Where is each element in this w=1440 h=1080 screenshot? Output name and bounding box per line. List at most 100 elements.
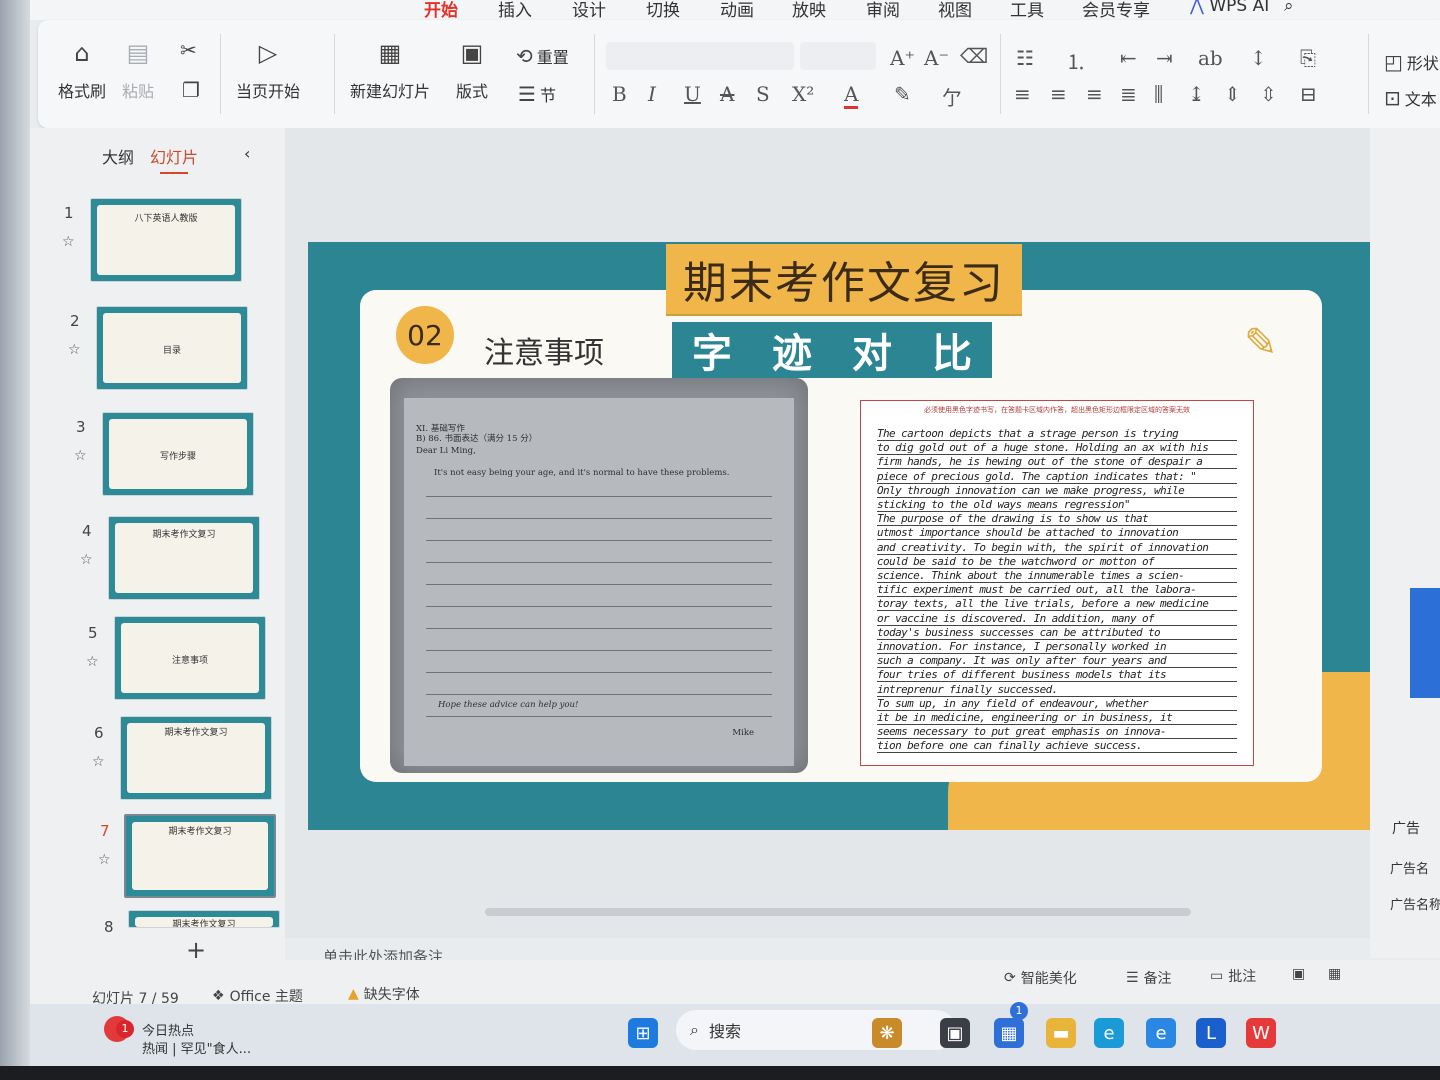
underline-icon[interactable]: U — [684, 82, 701, 106]
align-right-icon[interactable]: ≡ — [1086, 82, 1103, 106]
ad-label[interactable]: 广告 — [1392, 818, 1420, 838]
tab-outline[interactable]: 大纲 — [102, 144, 134, 168]
sort-icon[interactable]: ↕ — [1250, 46, 1267, 70]
convert-icon[interactable]: ⎘ — [1300, 46, 1316, 70]
font-color-icon[interactable]: A — [844, 82, 859, 109]
star-icon[interactable]: ☆ — [92, 754, 105, 770]
slide-thumbnail-8[interactable]: 期末考作文复习 — [128, 910, 280, 928]
section-button[interactable]: ☰ 节 — [518, 82, 556, 106]
distribute-icon[interactable]: ⫼ — [1154, 82, 1163, 106]
search-icon[interactable]: ⌕ — [1284, 0, 1294, 16]
reset-button[interactable]: ⟲ 重置 — [516, 44, 569, 68]
ie-icon[interactable]: e — [1146, 1018, 1176, 1048]
vertical-align-icon[interactable]: ⇳ — [1260, 82, 1277, 106]
horizontal-scrollbar[interactable] — [485, 908, 1191, 916]
handwritten-essay-image[interactable]: 必须使用黑色字迹书写，在答题卡区域内作答，超出黑色矩形边框限定区域的答案无效 T… — [860, 400, 1254, 766]
news-subtitle[interactable]: 热闻 | 罕见"食人... — [142, 1038, 251, 1057]
comments-button[interactable]: ▭ 批注 — [1210, 966, 1256, 986]
shadow-icon[interactable]: S — [756, 82, 770, 106]
font-family-combo[interactable] — [606, 42, 794, 70]
tab-review[interactable]: 审阅 — [866, 0, 900, 21]
ad-label[interactable]: 广告名 — [1390, 858, 1429, 877]
slide-thumbnail-2[interactable]: 目录 — [96, 306, 248, 390]
file-explorer-icon[interactable]: ▬ — [1046, 1018, 1076, 1048]
tab-member[interactable]: 会员专享 — [1082, 0, 1150, 21]
tab-home[interactable]: 开始 — [424, 0, 458, 21]
store-icon[interactable]: ▦ — [994, 1018, 1024, 1048]
cut-button[interactable]: ✂ — [180, 38, 197, 62]
ad-label[interactable]: 广告名称 — [1390, 894, 1440, 913]
slide-thumbnail-3[interactable]: 写作步骤 — [102, 412, 254, 496]
columns-icon[interactable]: ⊟ — [1300, 82, 1317, 106]
start-from-current-button[interactable]: ▷ 当页开始 — [236, 38, 300, 102]
highlight-icon[interactable]: ✎ — [894, 82, 911, 106]
phonetic-icon[interactable]: 亇 — [942, 82, 962, 111]
slide-title[interactable]: 期末考作文复习 — [666, 244, 1022, 314]
slide-thumbnail-1[interactable]: 八下英语人教版 — [90, 198, 242, 282]
missing-font-button[interactable]: ▲ 缺失字体 — [348, 984, 420, 1004]
tab-tools[interactable]: 工具 — [1010, 0, 1044, 21]
slide-thumbnail-4[interactable]: 期末考作文复习 — [108, 516, 260, 600]
copy-button[interactable]: ❐ — [182, 78, 200, 102]
taskbar-search[interactable]: ⌕ 搜索 — [676, 1010, 956, 1050]
textbox-button[interactable]: ⊡ 文本 — [1384, 86, 1437, 110]
task-view-icon[interactable]: ▣ — [940, 1018, 970, 1048]
tab-animation[interactable]: 动画 — [720, 0, 754, 21]
clear-format-icon[interactable]: ⌫ — [960, 44, 988, 68]
divider — [1000, 34, 1001, 114]
collapse-panel-icon[interactable]: ‹ — [244, 144, 250, 163]
slide-thumbnail-5[interactable]: 注意事项 — [114, 616, 266, 700]
text-direction-icon[interactable]: ab — [1198, 46, 1223, 70]
tab-slides[interactable]: 幻灯片 — [150, 144, 198, 174]
star-icon[interactable]: ☆ — [98, 852, 111, 868]
beautify-button[interactable]: ⟳ 智能美化 — [1004, 968, 1077, 988]
superscript-icon[interactable]: X² — [792, 82, 814, 106]
new-slide-button[interactable]: ▦ 新建幻灯片 — [350, 38, 430, 102]
scanned-essay-image[interactable]: XI. 基础写作 B) 86. 书面表达（满分 15 分） Dear Li Mi… — [390, 378, 808, 773]
outdent-icon[interactable]: ⇤ — [1120, 46, 1137, 70]
star-icon[interactable]: ☆ — [80, 552, 93, 568]
section-title[interactable]: 注意事项 — [484, 328, 604, 372]
app-l-icon[interactable]: L — [1196, 1018, 1226, 1048]
strikethrough-icon[interactable]: A — [720, 82, 734, 106]
star-icon[interactable]: ☆ — [74, 448, 87, 464]
edge-icon[interactable]: e — [1094, 1018, 1124, 1048]
star-icon[interactable]: ☆ — [62, 234, 75, 250]
windows-start-icon[interactable]: ⊞ — [628, 1018, 658, 1048]
indent-icon[interactable]: ⇥ — [1156, 46, 1173, 70]
tab-transition[interactable]: 切换 — [646, 0, 680, 21]
line-spacing-icon[interactable]: ↨ — [1188, 82, 1205, 106]
tab-view[interactable]: 视图 — [938, 0, 972, 21]
layout-button[interactable]: ▣ 版式 — [456, 38, 488, 102]
wps-icon[interactable]: W — [1246, 1018, 1276, 1048]
notes-toggle-button[interactable]: ☰ 备注 — [1126, 968, 1172, 988]
bold-icon[interactable]: B — [612, 82, 627, 106]
tab-slideshow[interactable]: 放映 — [792, 0, 826, 21]
star-icon[interactable]: ☆ — [86, 654, 99, 670]
slide-thumbnail-6[interactable]: 期末考作文复习 — [120, 716, 272, 800]
grid-view-icon[interactable]: ▦ — [1328, 966, 1341, 982]
news-title[interactable]: 今日热点 — [142, 1020, 194, 1039]
star-icon[interactable]: ☆ — [68, 342, 81, 358]
italic-icon[interactable]: I — [648, 82, 656, 106]
butterfly-icon[interactable]: ❋ — [872, 1018, 902, 1048]
font-shrink-icon[interactable]: A⁻ — [924, 46, 949, 70]
paste-button[interactable]: ▤ 粘贴 — [122, 38, 154, 102]
align-left-icon[interactable]: ≡ — [1014, 82, 1031, 106]
wps-ai-button[interactable]: ⋀ WPS AI — [1190, 0, 1269, 16]
numbered-list-icon[interactable]: ⒈ — [1066, 46, 1086, 75]
normal-view-icon[interactable]: ▣ — [1292, 966, 1305, 982]
paragraph-spacing-icon[interactable]: ⇕ — [1224, 82, 1241, 106]
justify-icon[interactable]: ≣ — [1120, 82, 1137, 106]
slide-thumbnail-7[interactable]: 期末考作文复习 — [124, 814, 276, 898]
theme-button[interactable]: ❖ Office 主题 — [212, 986, 303, 1006]
compare-banner[interactable]: 字 迹 对 比 — [672, 322, 992, 378]
format-painter-button[interactable]: ⌂ 格式刷 — [58, 38, 106, 102]
font-size-combo[interactable] — [800, 42, 876, 70]
font-grow-icon[interactable]: A⁺ — [890, 46, 915, 70]
tab-design[interactable]: 设计 — [572, 0, 606, 21]
align-center-icon[interactable]: ≡ — [1050, 82, 1067, 106]
shape-button[interactable]: ◰ 形状 — [1384, 50, 1439, 74]
bullet-list-icon[interactable]: ☷ — [1016, 46, 1034, 70]
tab-insert[interactable]: 插入 — [498, 0, 532, 21]
